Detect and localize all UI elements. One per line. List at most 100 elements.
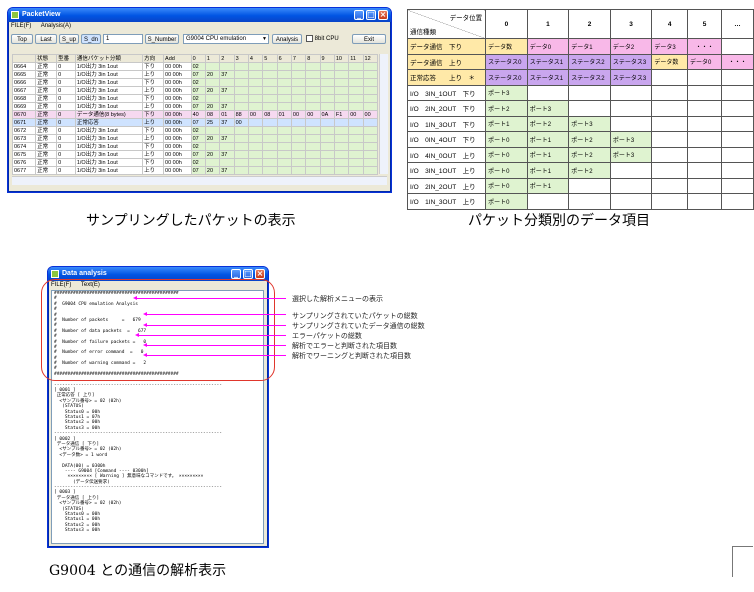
app-icon [51,270,59,278]
close-button[interactable]: × [255,269,265,279]
maximize-button[interactable]: □ [243,269,253,279]
table-cell [247,94,264,103]
table-cell: 正常 [35,134,58,143]
table-cell [233,126,249,135]
column-header[interactable]: 通信パケット分類 [74,54,144,63]
close-button[interactable]: × [378,10,388,20]
table-cell [319,94,335,103]
data-cell [568,177,611,194]
table-cell: 20 [204,134,221,143]
table-cell [319,78,335,87]
column-header[interactable] [11,54,37,63]
menu-analysis[interactable]: Analysis(A) [41,23,71,29]
horizontal-scrollbar[interactable] [12,176,387,185]
column-header[interactable]: Add [163,54,192,63]
table-row[interactable]: 0665 正常 0 1/O出力 3in 1out 上り 00 00h 07 20 37 [11,70,379,79]
column-header[interactable]: 1 [204,54,221,63]
data-cell [687,69,723,86]
analysis-button[interactable]: Analysis [272,34,302,44]
data-cell [651,131,689,148]
table-row[interactable]: 0674 正常 0 1/O出力 3in 1out 下り 00 00h 02 [11,142,379,151]
column-header[interactable]: 4 [247,54,264,63]
table-cell: 0 [56,150,76,159]
column-header[interactable]: 6 [276,54,292,63]
data-cell: ポート0 [485,162,528,179]
column-header[interactable]: 方向 [142,54,165,63]
table-row[interactable]: 0676 正常 0 1/O出力 3in 1out 下り 00 00h 02 [11,158,379,167]
column-header[interactable]: 2 [219,54,235,63]
classification-header: データ位置 通信種類 0 1 2 3 4 5… [406,9,754,39]
column-header[interactable]: 7 [290,54,307,63]
table-cell [276,102,292,111]
table-cell: 37 [219,166,235,175]
table-cell: 00 00h [163,62,192,71]
data-cell: ポート0 [485,193,528,210]
minimize-button[interactable]: _ [354,10,364,20]
table-row[interactable]: 0672 正常 0 1/O出力 3in 1out 下り 00 00h 02 [11,126,379,135]
table-cell: 正常 [35,118,58,127]
column-header[interactable]: 型番 [56,54,76,63]
column-header[interactable]: 9 [319,54,335,63]
vertical-scrollbar[interactable] [379,54,388,174]
data-cell [651,69,689,86]
classification-row: I/O 3IN_1OUT 下り ポート3 [406,84,754,101]
table-cell: 20 [204,166,221,175]
table-cell: 20 [204,70,221,79]
column-header[interactable]: 10 [333,54,350,63]
table-row[interactable]: 0664 正常 0 1/O出力 3in 1out 下り 00 00h 02 [11,62,379,71]
row-label: 正常応答 上り ＊ [406,69,487,86]
s-up-button[interactable]: S_up [59,34,79,44]
table-cell: 0 [56,102,76,111]
summary-highlight-box [41,279,275,381]
table-cell [290,158,307,167]
s-dn-button[interactable]: S_dn [81,34,101,44]
menu-file[interactable]: FILE(F) [11,23,31,29]
table-cell [290,94,307,103]
table-row[interactable]: 0668 正常 0 1/O出力 3in 1out 下り 00 00h 02 [11,94,379,103]
bit-cpu-checkbox[interactable]: 8bit CPU [306,35,339,42]
column-header[interactable]: 状態 [35,54,58,63]
number-field[interactable]: 1 [103,34,143,44]
table-cell [348,118,364,127]
table-cell: 上り [142,166,165,175]
data-cell [687,131,723,148]
table-row[interactable]: 0666 正常 0 1/O出力 3in 1out 下り 00 00h 02 [11,78,379,87]
table-cell [262,102,278,111]
column-header[interactable]: 5 [262,54,278,63]
table-cell: 上り [142,102,165,111]
table-cell [333,70,350,79]
column-header[interactable]: 0 [190,54,206,63]
table-cell [362,166,379,175]
column-header[interactable]: 12 [362,54,379,63]
maximize-button[interactable]: □ [366,10,376,20]
column-header[interactable]: 11 [348,54,364,63]
table-cell [290,126,307,135]
table-cell [362,78,379,87]
table-row[interactable]: 0675 正常 0 1/O出力 3in 1out 上り 00 00h 07 20 37 [11,150,379,159]
table-cell: 1/O出力 3in 1out [74,70,144,79]
table-row[interactable]: 0669 正常 0 1/O出力 3in 1out 上り 00 00h 07 20 37 [11,102,379,111]
table-row[interactable]: 0677 正常 0 1/O出力 3in 1out 上り 00 00h 07 20 37 [11,166,379,175]
emulation-select[interactable]: G9004 CPU emulation ▼ [183,34,269,44]
table-cell [219,78,235,87]
table-cell [247,126,264,135]
table-row[interactable]: 0671 正常 0 正常応答 上り 00 00h 07 25 37 00 [11,118,379,127]
table-cell: 0672 [11,126,37,135]
minimize-button[interactable]: _ [231,269,241,279]
s-number-button[interactable]: S_Number [145,34,179,44]
table-cell [219,158,235,167]
table-row[interactable]: 0670 正常 0 データ通信(8 bytes) 下り 00 00h 40 08 01 88 00 0… [11,110,379,119]
column-header[interactable]: 8 [305,54,321,63]
table-cell [262,134,278,143]
table-row[interactable]: 0667 正常 0 1/O出力 3in 1out 上り 00 00h 07 20 37 [11,86,379,95]
table-cell [305,94,321,103]
data-cell [526,84,570,101]
packetview-titlebar[interactable]: PacketView _ □ × [8,8,391,22]
last-button[interactable]: Last [35,34,57,44]
table-cell [348,62,364,71]
exit-button[interactable]: Exit [352,34,386,44]
data-cell: データ3 [651,38,689,55]
table-row[interactable]: 0673 正常 0 1/O出力 3in 1out 上り 00 00h 07 20 37 [11,134,379,143]
column-header[interactable]: 3 [233,54,249,63]
top-button[interactable]: Top [11,34,33,44]
